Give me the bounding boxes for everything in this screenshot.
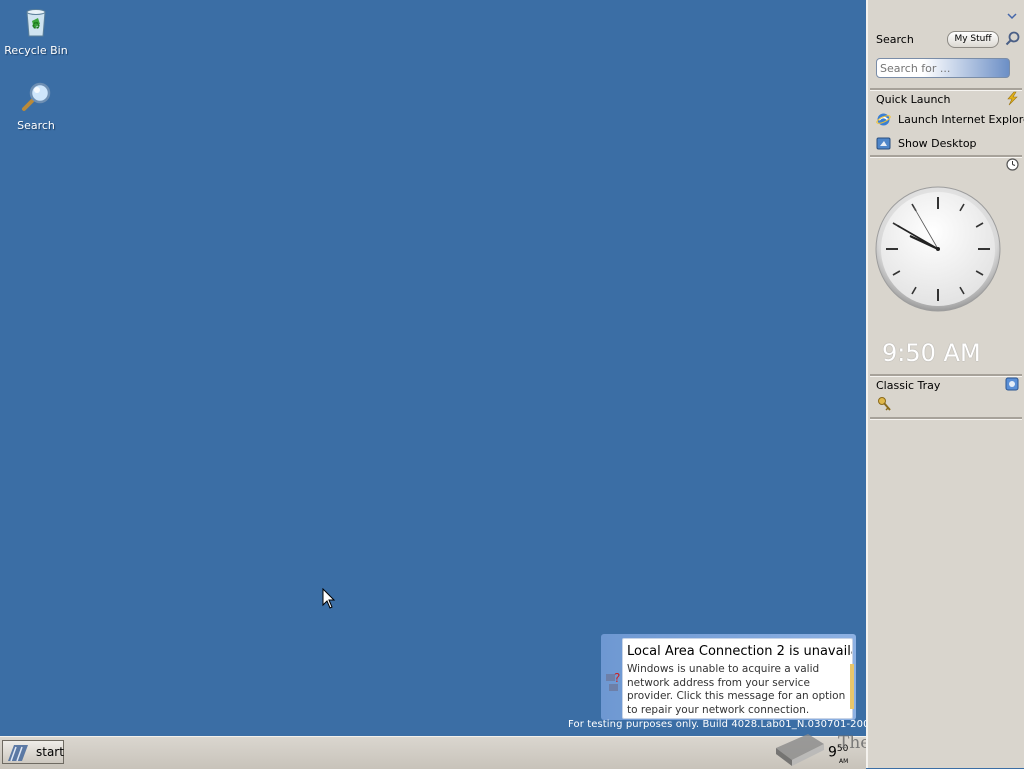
tile-divider <box>870 374 1022 377</box>
classic-tray-icon[interactable] <box>1005 377 1019 391</box>
lightning-icon <box>1007 91 1018 106</box>
balloon-message[interactable]: Windows is unable to acquire a valid net… <box>627 663 849 717</box>
chevron-down-icon[interactable] <box>1007 12 1017 20</box>
svg-text:?: ? <box>614 671 620 685</box>
search-tile-title: Search <box>876 33 914 46</box>
search-icon[interactable] <box>1005 31 1020 46</box>
taskbar: start 950 AM <box>0 736 866 769</box>
build-watermark-text: For testing purposes only. Build 4028.La… <box>568 719 877 730</box>
balloon-content[interactable]: Local Area Connection 2 is unavailable W… <box>622 638 853 719</box>
tile-divider <box>870 417 1022 420</box>
internet-explorer-icon <box>876 113 891 126</box>
balloon-title: Local Area Connection 2 is unavailable <box>627 644 852 659</box>
quick-launch-label: Show Desktop <box>898 137 977 150</box>
windows-flag-icon <box>8 745 28 762</box>
balloon-edge <box>850 664 854 709</box>
network-warning-icon: ? <box>606 671 620 691</box>
start-label: start <box>36 745 64 759</box>
sidebar: Search My Stuff Quick Launch Launch Inte… <box>866 0 1024 768</box>
quick-launch-item-show-desktop[interactable]: Show Desktop <box>876 134 1024 154</box>
notification-balloon[interactable]: ? Local Area Connection 2 is unavailable… <box>601 634 856 720</box>
tray-clock[interactable]: 950 AM <box>828 744 849 765</box>
desktop-icon-search[interactable]: Search <box>0 79 72 132</box>
mouse-cursor-icon <box>322 588 336 609</box>
svg-text:♻: ♻ <box>32 21 41 32</box>
show-desktop-icon <box>876 137 891 150</box>
desktop-icon-label: Recycle Bin <box>4 44 68 57</box>
my-stuff-button[interactable]: My Stuff <box>947 31 999 48</box>
desktop-icon-label: Search <box>17 119 55 132</box>
classic-tray-tile-title: Classic Tray <box>876 379 941 392</box>
tray-clock-hour: 9 <box>828 744 837 761</box>
magnifier-icon <box>22 82 51 111</box>
tray-clock-ampm: AM <box>839 758 849 765</box>
start-button[interactable]: start <box>2 740 64 764</box>
clock-icon[interactable] <box>1006 158 1019 171</box>
keys-icon[interactable] <box>877 396 893 414</box>
recycle-bin-icon: ♻ <box>26 9 46 37</box>
quick-launch-item-internet-explorer[interactable]: Launch Internet Explorer Browser <box>876 110 1024 130</box>
search-input[interactable] <box>876 58 1010 78</box>
quick-launch-label: Launch Internet Explorer Browser <box>898 113 1024 126</box>
desktop[interactable]: ♻ Recycle Bin Search ? Local Area Connec… <box>0 0 876 736</box>
tile-divider <box>870 88 1022 91</box>
tray-clock-minutes: 50 <box>836 744 849 754</box>
analog-clock <box>875 186 1001 312</box>
quick-launch-tile-title: Quick Launch <box>876 93 951 106</box>
tile-divider <box>870 155 1022 158</box>
desktop-icon-recycle-bin[interactable]: ♻ Recycle Bin <box>0 4 72 57</box>
digital-time: 9:50 AM <box>882 339 981 367</box>
